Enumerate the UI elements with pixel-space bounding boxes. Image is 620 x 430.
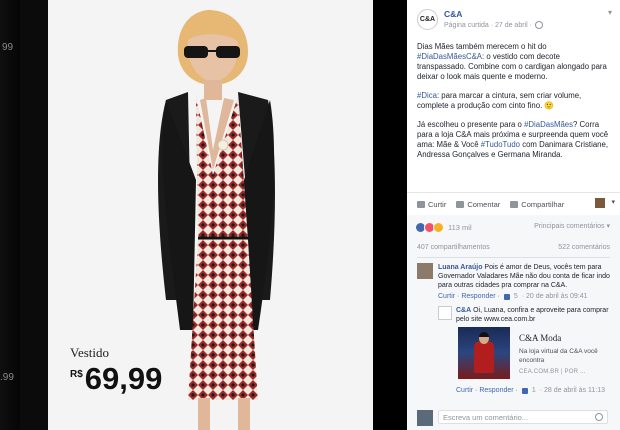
comment-2-likes: 1 [531, 387, 536, 394]
like-label: Curtir [428, 199, 447, 209]
post-paragraph: #Dica: para marcar a cintura, sem criar … [417, 91, 610, 111]
reactions-count: 113 mil [448, 223, 472, 232]
post-options-chevron-icon[interactable]: ▾ [608, 8, 612, 17]
comment-label: Comentar [467, 199, 501, 209]
hashtag-link[interactable]: #Dica [417, 91, 437, 100]
link-preview-description: Na loja virtual da C&A você encontra [519, 348, 598, 364]
share-icon [510, 200, 519, 208]
post-text-segment: : para marcar a cintura, sem criar volum… [417, 91, 582, 110]
price-label: Vestido [70, 345, 109, 360]
price-tag: Vestido R$ 69,99 [70, 345, 162, 397]
backdrop-ghost-price-top: 99 [2, 42, 14, 53]
comment-input-placeholder: Escreva um comentário... [443, 413, 529, 422]
thumbs-up-icon [417, 200, 425, 208]
comment-1-likes: 5 [513, 293, 518, 300]
comments-count[interactable]: 522 comentários [558, 244, 610, 251]
photo-panel-gap [373, 0, 407, 430]
comment-1-author[interactable]: Luana Araújo [438, 264, 482, 271]
comment-2-reply-links[interactable]: Curtir · Responder · [456, 387, 518, 394]
share-button[interactable]: Compartilhar [510, 200, 564, 209]
share-as-avatar[interactable] [595, 198, 605, 208]
reactions-summary[interactable]: 113 mil [415, 222, 472, 233]
post-paragraph: Dias Mães também merecem o hit do #DiaDa… [417, 42, 610, 82]
link-preview-title[interactable]: C&A Moda [519, 333, 561, 343]
comment-1-meta: Curtir · Responder · 5 · 20 de abril às … [438, 293, 588, 300]
hashtag-link[interactable]: #DiaDasMães [524, 120, 573, 129]
comment-2-author[interactable]: C&A [456, 307, 471, 314]
comment-1-time[interactable]: · 20 de abril às 09:41 [522, 293, 588, 300]
post-meta-text: Página curtida · 27 de abril · [444, 21, 532, 29]
reply-avatar[interactable] [438, 306, 452, 320]
post-meta: Página curtida · 27 de abril · [444, 21, 543, 29]
comment-1-text: Luana Araújo Pois é amor de Deus, vocês … [438, 263, 610, 290]
backdrop-ghost-price-bottom: .99 [0, 372, 14, 383]
share-label: Compartilhar [521, 199, 565, 209]
comment-2-body: Oi, Luana, confira e aproveite para comp… [456, 307, 609, 323]
comments-order-dropdown[interactable]: Principais comentários ▾ [534, 222, 610, 230]
page-avatar[interactable]: C&A [417, 9, 438, 30]
post-text-segment: Já escolheu o presente para o [417, 120, 525, 129]
share-as-chevron-down-icon[interactable]: ▾ [611, 198, 615, 206]
avatar[interactable] [417, 263, 433, 279]
backdrop-left: 99 .99 [0, 0, 48, 430]
price-value: 69,99 [84, 361, 163, 396]
comment-button[interactable]: Comentar [456, 200, 500, 209]
comment-input[interactable]: Escreva um comentário... [438, 410, 608, 424]
shares-count[interactable]: 407 compartilhamentos [417, 244, 490, 251]
comment-2-text: C&A Oi, Luana, confira e aproveite para … [456, 306, 610, 324]
hashtag-link[interactable]: #TudoTudo [481, 140, 520, 149]
price-currency: R$ [70, 369, 83, 380]
comment-2-meta: Curtir · Responder · 1 · 28 de abril às … [456, 387, 605, 394]
comment-1-reply-links[interactable]: Curtir · Responder · [438, 293, 500, 300]
globe-icon [534, 21, 543, 29]
link-preview-domain: CEA.COM.BR | POR ... [519, 369, 586, 375]
post-photo[interactable]: Vestido R$ 69,99 [48, 0, 373, 430]
divider [417, 257, 610, 258]
post-action-bar: Curtir Comentar Compartilhar ▾ [407, 192, 620, 216]
post-author[interactable]: C&A [444, 9, 462, 19]
avatar[interactable] [417, 410, 433, 426]
post-body: Dias Mães também merecem o hit do #DiaDa… [407, 36, 620, 160]
like-button[interactable]: Curtir [417, 200, 446, 209]
haha-reaction-icon [433, 222, 444, 233]
comment-icon [456, 200, 465, 208]
post-paragraph: Já escolheu o presente para o #DiaDasMãe… [417, 120, 610, 160]
hashtag-link[interactable]: #DiaDasMãesC&A [417, 52, 482, 61]
post-header: C&A C&A Página curtida · 27 de abril · ▾ [407, 0, 620, 36]
backdrop-strip [0, 0, 20, 430]
like-count-icon [503, 293, 510, 300]
link-preview-image[interactable] [458, 327, 510, 379]
emoji-icon[interactable] [595, 413, 603, 421]
comment-2-time[interactable]: · 28 de abril às 11:13 [540, 387, 605, 394]
like-count-icon [521, 387, 528, 394]
post-text-segment: Dias Mães também merecem o hit do [417, 42, 547, 51]
